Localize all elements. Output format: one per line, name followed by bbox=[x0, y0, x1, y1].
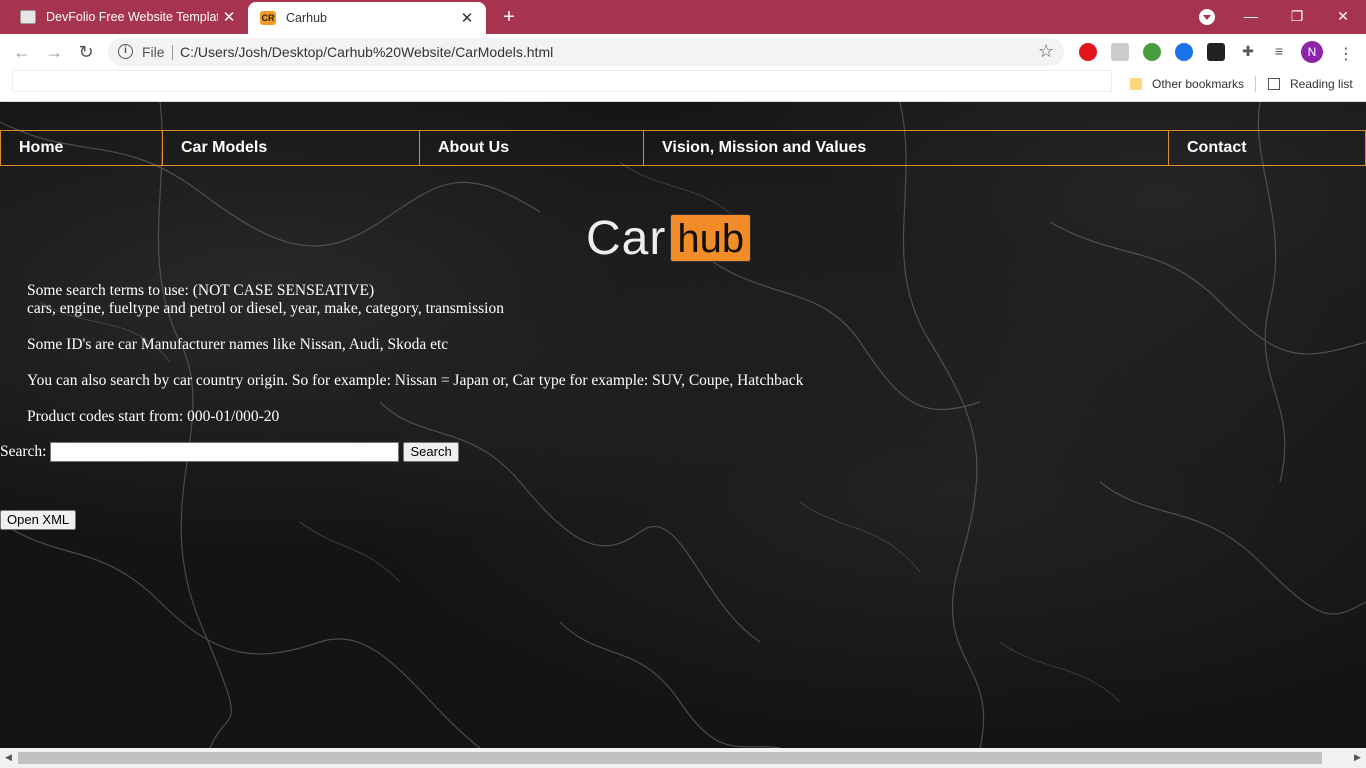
info-icon[interactable]: i bbox=[118, 44, 133, 59]
reload-icon[interactable]: ↻ bbox=[74, 41, 98, 63]
tab-search-dropdown-icon[interactable] bbox=[1199, 9, 1215, 25]
carhub-logo: Car hub bbox=[586, 211, 752, 265]
search-input[interactable] bbox=[50, 442, 400, 462]
url-text[interactable]: C:/Users/Josh/Desktop/Carhub%20Website/C… bbox=[180, 44, 553, 60]
tab-strip: DevFolio Free Website Template | ✕ CR Ca… bbox=[0, 0, 1366, 34]
tab-devfolio[interactable]: DevFolio Free Website Template | ✕ bbox=[8, 0, 248, 34]
puzzle-extensions-icon[interactable]: ✚ bbox=[1239, 43, 1257, 61]
new-tab-plus-icon[interactable]: + bbox=[498, 6, 520, 28]
search-hint-origin: You can also search by car country origi… bbox=[27, 372, 804, 389]
search-label: Search: bbox=[0, 443, 47, 460]
nav-car-models[interactable]: Car Models bbox=[163, 131, 420, 165]
scroll-left-icon[interactable]: ◀ bbox=[5, 752, 12, 763]
extension-icon[interactable] bbox=[1111, 43, 1129, 61]
reading-list-link[interactable]: Reading list bbox=[1290, 77, 1353, 91]
carhub-favicon-icon: CR bbox=[260, 11, 276, 25]
kebab-menu-icon[interactable]: ⋮ bbox=[1338, 44, 1354, 64]
nav-vision-mission-values[interactable]: Vision, Mission and Values bbox=[644, 131, 1169, 165]
restore-icon[interactable]: ❐ bbox=[1274, 4, 1320, 28]
divider bbox=[1255, 76, 1256, 92]
close-icon[interactable]: ✕ bbox=[218, 8, 240, 26]
scrollbar-thumb[interactable] bbox=[18, 752, 1322, 764]
adblock-extension-icon[interactable] bbox=[1079, 43, 1097, 61]
profile-avatar[interactable]: N bbox=[1301, 41, 1323, 63]
search-hint-ids: Some ID's are car Manufacturer names lik… bbox=[27, 336, 449, 353]
search-button[interactable]: Search bbox=[403, 442, 459, 462]
scheme-label: File bbox=[142, 44, 165, 60]
reading-list-icon bbox=[1268, 78, 1280, 90]
tab-manager-extension-icon[interactable] bbox=[1207, 43, 1225, 61]
tab-title: DevFolio Free Website Template | bbox=[46, 10, 218, 24]
minimize-icon[interactable]: — bbox=[1228, 4, 1274, 28]
page-content: Home Car Models About Us Vision, Mission… bbox=[0, 102, 1366, 748]
earth-extension-icon[interactable] bbox=[1175, 43, 1193, 61]
back-arrow-icon[interactable]: ← bbox=[10, 41, 34, 63]
browser-toolbar: ← → ↻ i File C:/Users/Josh/Desktop/Carhu… bbox=[0, 34, 1366, 70]
nav-about-us[interactable]: About Us bbox=[420, 131, 644, 165]
close-icon[interactable]: ✕ bbox=[456, 9, 478, 27]
bookmarks-area bbox=[12, 70, 1112, 92]
open-xml-button[interactable]: Open XML bbox=[0, 510, 77, 530]
window-close-icon[interactable]: ✕ bbox=[1320, 4, 1366, 28]
forward-arrow-icon[interactable]: → bbox=[42, 41, 66, 63]
scroll-right-icon[interactable]: ▶ bbox=[1354, 752, 1361, 763]
nav-contact[interactable]: Contact bbox=[1169, 131, 1365, 165]
search-hint-title: Some search terms to use: (NOT CASE SENS… bbox=[27, 282, 375, 299]
globe-extension-icon[interactable] bbox=[1143, 43, 1161, 61]
search-hint-terms: cars, engine, fueltype and petrol or die… bbox=[27, 300, 504, 317]
search-hint-codes: Product codes start from: 000-01/000-20 bbox=[27, 408, 280, 425]
divider bbox=[172, 45, 173, 60]
horizontal-scrollbar[interactable]: ◀ ▶ bbox=[0, 748, 1366, 768]
address-bar[interactable]: i File C:/Users/Josh/Desktop/Carhub%20We… bbox=[108, 38, 1064, 66]
logo-car-text: Car bbox=[586, 211, 667, 265]
search-form: Search: Search bbox=[0, 442, 459, 462]
other-bookmarks-link[interactable]: Other bookmarks bbox=[1152, 77, 1244, 91]
bookmark-star-icon[interactable]: ☆ bbox=[1038, 41, 1054, 62]
tab-title: Carhub bbox=[286, 11, 327, 25]
folder-icon bbox=[1130, 78, 1142, 90]
nav-home[interactable]: Home bbox=[1, 131, 163, 165]
media-queue-icon[interactable]: ≡ bbox=[1270, 43, 1288, 61]
logo-hub-text: hub bbox=[670, 214, 752, 262]
tab-carhub[interactable]: CR Carhub ✕ bbox=[248, 2, 486, 34]
devfolio-favicon-icon bbox=[20, 10, 36, 24]
bookmarks-bar: Other bookmarks Reading list bbox=[0, 70, 1366, 102]
main-nav: Home Car Models About Us Vision, Mission… bbox=[0, 130, 1366, 166]
